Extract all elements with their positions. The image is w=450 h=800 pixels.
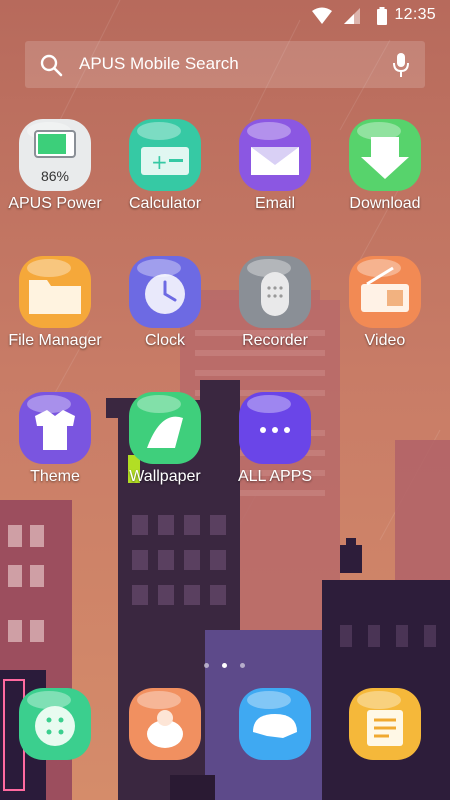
app-label: Video <box>364 332 406 349</box>
page-indicator <box>200 662 250 670</box>
search-bar[interactable]: APUS Mobile Search <box>25 41 425 88</box>
page-dot[interactable] <box>240 663 245 668</box>
video-icon <box>347 254 423 330</box>
download-icon <box>347 117 423 193</box>
status-bar: 12:35 <box>0 0 450 32</box>
wifi-icon <box>312 7 332 24</box>
app-label: Download <box>349 195 421 212</box>
browser-icon <box>347 686 423 762</box>
clock-icon <box>127 254 203 330</box>
app-label: Clock <box>144 332 185 349</box>
search-icon <box>40 54 63 77</box>
folder-icon <box>17 254 93 330</box>
contacts-icon <box>127 686 203 762</box>
app-download[interactable]: Download <box>330 117 440 235</box>
app-theme[interactable]: Theme <box>0 390 110 508</box>
dock-browser[interactable] <box>330 686 440 772</box>
messages-icon <box>237 686 313 762</box>
app-recorder[interactable]: Recorder <box>220 254 330 372</box>
app-label: Email <box>254 195 295 212</box>
app-label: Theme <box>30 468 80 485</box>
status-time: 12:35 <box>394 6 436 23</box>
all-apps-icon <box>237 390 313 466</box>
battery-icon: 86% <box>17 117 93 193</box>
phone-icon <box>17 686 93 762</box>
svg-text:+: + <box>151 150 168 174</box>
email-icon <box>237 117 313 193</box>
battery-percent-label: 86% <box>41 168 69 184</box>
dock-messages[interactable] <box>220 686 330 772</box>
app-label: Wallpaper <box>129 468 201 485</box>
app-label: Recorder <box>242 332 308 349</box>
battery-status-icon <box>377 7 387 25</box>
cellular-signal-icon <box>344 8 360 24</box>
app-file-manager[interactable]: File Manager <box>0 254 110 372</box>
app-label: File Manager <box>8 332 102 349</box>
theme-icon <box>17 390 93 466</box>
dock-phone[interactable] <box>0 686 110 772</box>
app-email[interactable]: Email <box>220 117 330 235</box>
app-all-apps[interactable]: ALL APPS <box>220 390 330 508</box>
microphone-icon[interactable] <box>391 52 411 78</box>
app-video[interactable]: Video <box>330 254 440 372</box>
app-label: ALL APPS <box>237 468 313 485</box>
page-dot-active[interactable] <box>222 663 227 668</box>
app-clock[interactable]: Clock <box>110 254 220 372</box>
app-label: APUS Power <box>8 195 102 212</box>
app-calculator[interactable]: + Calculator <box>110 117 220 235</box>
recorder-icon <box>237 254 313 330</box>
wallpaper-icon <box>127 390 203 466</box>
search-placeholder: APUS Mobile Search <box>79 54 239 73</box>
page-dot[interactable] <box>204 663 209 668</box>
app-apus-power[interactable]: 86% APUS Power <box>0 117 110 235</box>
dock-contacts[interactable] <box>110 686 220 772</box>
calculator-icon: + <box>127 117 203 193</box>
app-wallpaper[interactable]: Wallpaper <box>110 390 220 508</box>
app-label: Calculator <box>128 195 202 212</box>
